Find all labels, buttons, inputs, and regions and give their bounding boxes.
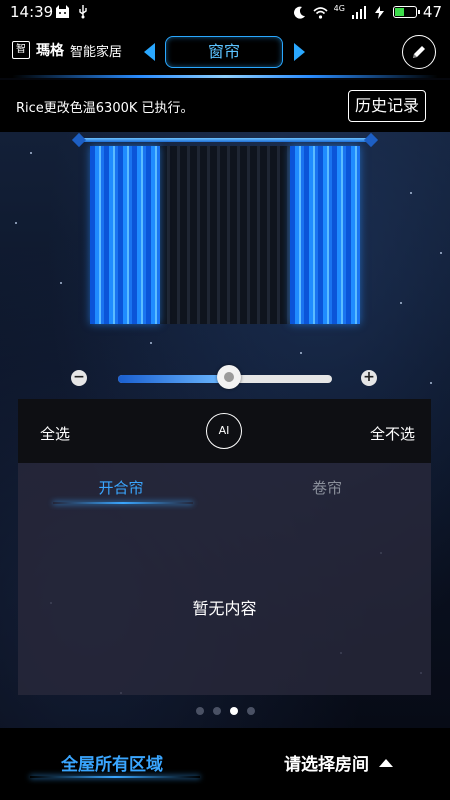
star-decoration (410, 192, 412, 194)
brand-tagline: 智能家居 (70, 44, 123, 60)
room-select-button[interactable]: 请选择房间 (284, 750, 393, 775)
cat-icon (56, 5, 69, 18)
page-dot[interactable] (230, 707, 238, 715)
curtain-rod (78, 138, 374, 142)
device-list-panel: 开合帘 卷帘 暂无内容 (18, 463, 431, 695)
prev-device-arrow-icon[interactable] (144, 43, 155, 61)
charging-icon (374, 5, 384, 19)
status-time: 14:39 (10, 3, 54, 21)
page-indicator (196, 707, 255, 715)
all-areas-button[interactable]: 全屋所有区域 (30, 750, 194, 775)
status-bar: 14:39 4G 47 (0, 0, 450, 26)
battery-fill (394, 8, 405, 16)
device-type-tab[interactable]: 窗帘 (165, 36, 283, 68)
brand-logo-icon: 智 (12, 41, 30, 59)
room-select-label: 请选择房间 (284, 755, 369, 775)
ai-icon[interactable]: AI (206, 413, 242, 449)
main-area: − + 全选 AI 全不选 开合帘 卷帘 暂无内容 (0, 132, 450, 728)
app-header: 智 瑪格 智能家居 窗帘 (0, 26, 450, 78)
rod-end-left (71, 132, 87, 148)
wifi-icon (313, 6, 328, 19)
star-decoration (60, 282, 62, 284)
active-tab-indicator (53, 502, 193, 504)
curtain-slider-fill (118, 375, 225, 383)
app-root: 14:39 4G 47 智 瑪格 智能家居 窗帘 Rice更改色温6300K 已… (0, 0, 450, 800)
curtain-panel-left (90, 146, 160, 324)
star-decoration (15, 222, 17, 224)
page-dot[interactable] (213, 707, 221, 715)
notice-bar: Rice更改色温6300K 已执行。 历史记录 (0, 80, 450, 132)
select-all-button[interactable]: 全选 (40, 423, 70, 444)
page-dot[interactable] (247, 707, 255, 715)
star-decoration (300, 352, 302, 354)
tab-roller-blind[interactable]: 卷帘 (224, 477, 430, 498)
star-decoration (440, 252, 442, 254)
star-decoration (430, 382, 432, 384)
chevron-up-icon (379, 758, 393, 767)
decrease-button[interactable]: − (71, 370, 87, 386)
brand-name: 瑪格 (36, 43, 64, 59)
deselect-all-button[interactable]: 全不选 (370, 423, 415, 444)
header-divider (12, 75, 438, 78)
last-action-message: Rice更改色温6300K 已执行。 (16, 101, 194, 116)
battery-icon (392, 6, 420, 18)
bottom-bar: 全屋所有区域 请选择房间 (0, 728, 450, 800)
star-decoration (400, 302, 402, 304)
curtain-slider-thumb[interactable] (217, 365, 241, 389)
tab-open-close-curtain[interactable]: 开合帘 (18, 477, 224, 498)
pencil-icon (413, 46, 425, 58)
network-label: 4G (333, 3, 345, 13)
page-dot[interactable] (196, 707, 204, 715)
next-device-arrow-icon[interactable] (294, 43, 305, 61)
star-decoration (30, 152, 32, 154)
edit-button[interactable] (402, 35, 436, 69)
moon-icon (293, 6, 305, 19)
select-bar: 全选 AI 全不选 (18, 399, 431, 463)
signal-icon (351, 5, 366, 19)
empty-state-text: 暂无内容 (192, 599, 257, 618)
rod-end-right (363, 132, 379, 148)
history-button[interactable]: 历史记录 (347, 90, 426, 122)
area-active-indicator (30, 776, 200, 778)
usb-icon (79, 5, 87, 19)
curtain-panel-right (290, 146, 360, 324)
increase-button[interactable]: + (361, 370, 377, 386)
brand: 智 瑪格 智能家居 (12, 40, 122, 60)
battery-percent: 47 (422, 3, 442, 21)
star-decoration (150, 342, 152, 344)
